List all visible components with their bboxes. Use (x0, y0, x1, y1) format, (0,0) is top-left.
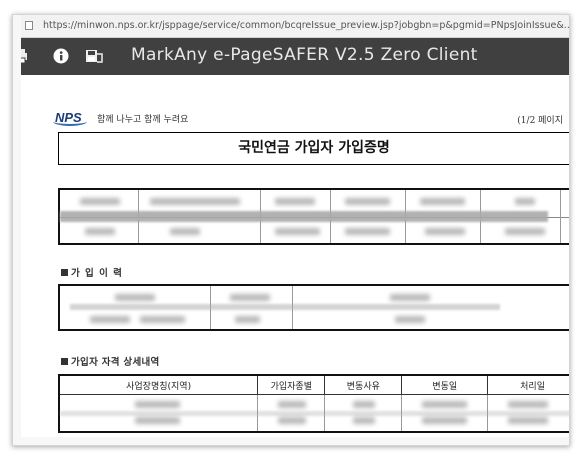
personal-info-grid (58, 188, 569, 245)
redacted-value (90, 316, 130, 323)
redaction-band (70, 304, 500, 310)
redacted-cell (487, 394, 569, 433)
redacted-value (505, 228, 545, 235)
redacted-value (275, 228, 320, 235)
save-icon[interactable] (85, 48, 103, 64)
square-bullet-icon (61, 269, 68, 276)
screenshot-frame: https://minwon.nps.or.kr/jsppage/service… (12, 14, 570, 446)
redacted-cell (401, 394, 489, 433)
col-header-workplace: 사업장명칭(지역) (58, 374, 259, 395)
redacted-value (420, 198, 465, 205)
redacted-value (115, 294, 155, 301)
redacted-value (425, 228, 465, 235)
detail-table: 사업장명칭(지역) 가입자종별 변동사유 변동일 처리일 (58, 374, 569, 433)
logo-swoosh (53, 117, 87, 126)
redaction-band (60, 211, 548, 222)
info-icon[interactable] (53, 48, 69, 64)
table-row (58, 394, 569, 433)
redacted-cell (58, 394, 569, 433)
browser-window: https://minwon.nps.or.kr/jsppage/service… (21, 15, 569, 437)
redacted-value (230, 294, 270, 301)
table-header-row: 사업장명칭(지역) 가입자종별 변동사유 변동일 처리일 (58, 374, 569, 395)
address-bar[interactable]: https://minwon.nps.or.kr/jsppage/service… (21, 15, 569, 38)
viewer-title: MarkAny e-PageSAFER V2.5 Zero Client (131, 45, 478, 65)
viewer-toolbar: MarkAny e-PageSAFER V2.5 Zero Client (21, 38, 569, 75)
document-page: NPS 함께 나누고 함께 누려요 (1/2 페이지 국민연금 가입자 가입증명 (21, 75, 569, 437)
redacted-value (150, 198, 240, 205)
redacted-value (345, 198, 390, 205)
redacted-value (275, 198, 315, 205)
page-icon (25, 21, 33, 30)
col-header-process-date: 처리일 (487, 374, 569, 395)
col-header-change-date: 변동일 (401, 374, 489, 395)
section-history-title: 가 입 이 력 (61, 265, 123, 279)
redacted-value (80, 198, 120, 205)
redacted-cell (324, 394, 403, 433)
redacted-value (140, 316, 185, 323)
slogan: 함께 나누고 함께 누려요 (97, 115, 189, 125)
redacted-value (85, 228, 115, 235)
redacted-value (390, 294, 430, 301)
document-title: 국민연금 가입자 가입증명 (58, 132, 569, 165)
redacted-value (235, 316, 260, 323)
col-header-change-reason: 변동사유 (324, 374, 403, 395)
redacted-cell (257, 394, 326, 433)
redacted-value (170, 228, 200, 235)
url-text[interactable]: https://minwon.nps.or.kr/jsppage/service… (43, 20, 569, 31)
section-detail-title: 가입자 자격 상세내역 (61, 354, 160, 368)
col-divider (560, 190, 561, 243)
print-icon[interactable] (21, 48, 29, 64)
redacted-value (515, 198, 535, 205)
history-grid (58, 284, 569, 331)
col-header-member-type: 가입자종별 (257, 374, 326, 395)
square-bullet-icon (61, 358, 68, 365)
redacted-value (395, 316, 425, 323)
redacted-value (345, 228, 390, 235)
page-indicator: (1/2 페이지 (517, 116, 563, 126)
